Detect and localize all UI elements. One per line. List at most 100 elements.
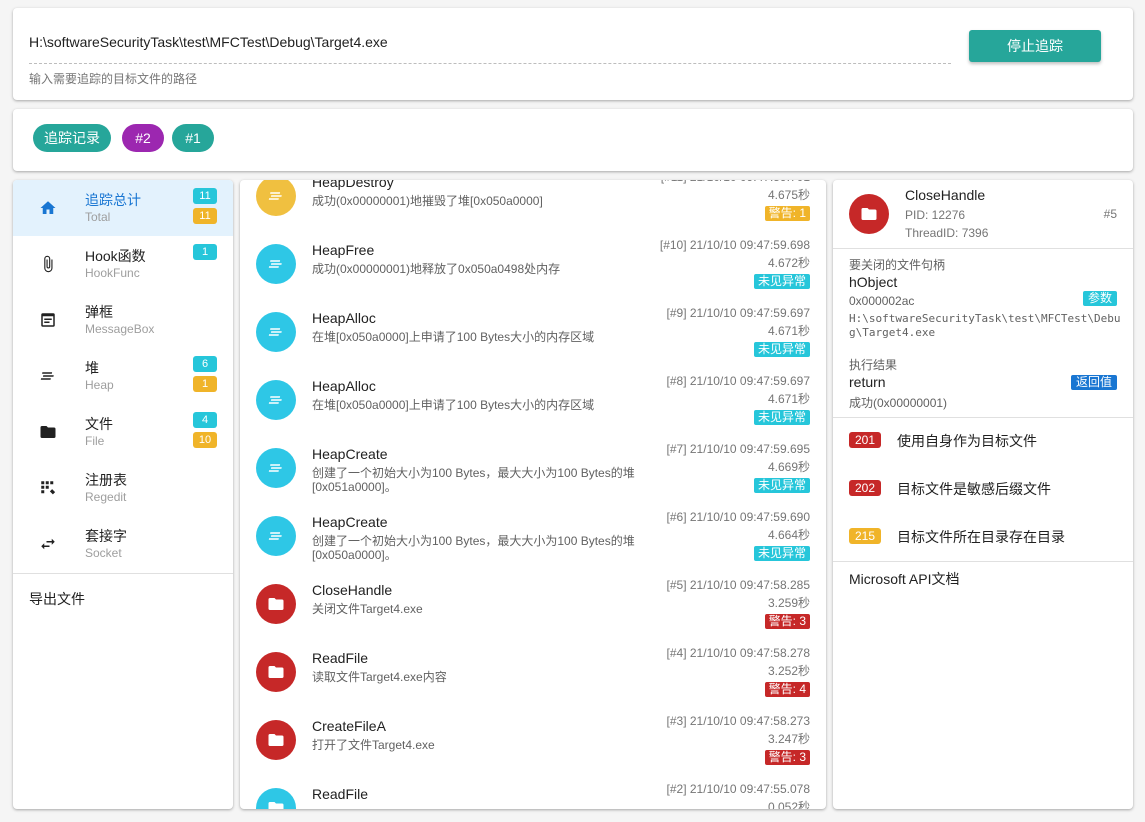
count-badge: 11 <box>193 188 217 204</box>
sidebar-item-title: 堆 <box>85 360 99 376</box>
event-timestamp: [#3] 21/10/10 09:47:58.273 <box>666 714 810 728</box>
event-status-badge: 未见异常 <box>753 546 810 561</box>
rule-code-badge: 215 <box>849 528 881 544</box>
event-row[interactable]: HeapAlloc 在堆[0x050a0000]上申请了100 Bytes大小的内… <box>240 366 826 434</box>
rule-item: 202 目标文件是敏感后缀文件 <box>849 478 1119 498</box>
event-avatar <box>256 516 296 556</box>
folder-icon <box>861 208 877 220</box>
count-badge: 4 <box>193 412 217 428</box>
event-meta: [#6] 21/10/10 09:47:59.690 4.664秒未见异常 <box>620 508 810 562</box>
path-hint: 输入需要追踪的目标文件的路径 <box>29 72 198 86</box>
sidebar-item-hookfunc[interactable]: Hook函数 HookFunc 1 <box>13 236 233 292</box>
event-avatar <box>256 720 296 760</box>
event-timestamp: [#7] 21/10/10 09:47:59.695 <box>666 442 810 456</box>
return-tag: 返回值 <box>1070 375 1117 390</box>
event-meta: [#11] 21/10/10 09:47:59.7014.675秒警告: 1 <box>620 180 810 222</box>
event-duration: 3.247秒 <box>767 732 810 746</box>
sidebar-item-regedit[interactable]: 注册表 Regedit <box>13 460 233 516</box>
sidebar-item-subtitle: MessageBox <box>85 322 155 336</box>
heap-icon <box>39 367 57 385</box>
sidebar-item-total[interactable]: 追踪总计 Total 11 11 <box>13 180 233 236</box>
chip-trace-records[interactable]: 追踪记录 <box>33 124 111 152</box>
event-duration: 4.669秒 <box>767 460 810 474</box>
sidebar-item-subtitle: Regedit <box>85 490 127 504</box>
sidebar-item-subtitle: Total <box>85 210 111 224</box>
event-row[interactable]: HeapDestroy 成功(0x00000001)地摧毁了堆[0x050a000… <box>240 180 826 230</box>
chip-run-1[interactable]: #1 <box>172 124 214 152</box>
detail-pid: PID: 12276 <box>905 208 966 222</box>
event-status-badge: 未见异常 <box>753 274 810 289</box>
event-detail-panel: CloseHandle PID: 12276 ThreadID: 7396 #5… <box>833 180 1133 809</box>
chip-run-2[interactable]: #2 <box>122 124 164 152</box>
event-timestamp: [#2] 21/10/10 09:47:55.078 <box>666 782 810 796</box>
event-status-badge: 警告: 3 <box>764 614 810 629</box>
event-row[interactable]: HeapFree 成功(0x00000001)地释放了0x050a0498处内存 [… <box>240 230 826 298</box>
detail-divider <box>833 248 1133 249</box>
event-row[interactable]: HeapCreate 创建了一个初始大小为100 Bytes，最大大小为100 B… <box>240 434 826 502</box>
home-icon <box>39 199 57 217</box>
event-avatar <box>256 584 296 624</box>
event-status-badge: 未见异常 <box>753 410 810 425</box>
param-value: 0x000002ac <box>849 294 915 308</box>
event-avatar <box>256 312 296 352</box>
sidebar-item-subtitle: Heap <box>85 378 114 392</box>
event-duration: 4.675秒 <box>767 188 810 202</box>
event-status-badge: 未见异常 <box>753 342 810 357</box>
event-avatar <box>849 194 889 234</box>
event-meta: [#4] 21/10/10 09:47:58.278 3.252秒 警告: 4 <box>620 644 810 698</box>
event-row[interactable]: HeapAlloc 在堆[0x050a0000]上申请了100 Bytes大小的内… <box>240 298 826 366</box>
event-title: HeapCreate <box>312 514 388 530</box>
sidebar-item-subtitle: HookFunc <box>85 266 140 280</box>
api-doc-link[interactable]: Microsoft API文档 <box>849 569 959 589</box>
registry-icon <box>39 479 57 497</box>
sidebar-item-subtitle: File <box>85 434 105 448</box>
rule-item: 215 目标文件所在目录存在目录 <box>849 526 1119 546</box>
sidebar-item-heap[interactable]: 堆 Heap 6 1 <box>13 348 233 404</box>
stop-tracking-button[interactable]: 停止追踪 <box>969 30 1101 62</box>
event-avatar <box>256 652 296 692</box>
event-duration: 4.664秒 <box>767 528 810 542</box>
sidebar-item-file[interactable]: 文件 File 4 10 <box>13 404 233 460</box>
event-title: ReadFile <box>312 650 369 666</box>
heap-icon <box>267 187 285 205</box>
detail-function-name: CloseHandle <box>905 187 986 203</box>
swap-icon <box>39 535 57 553</box>
event-duration: 4.672秒 <box>767 256 810 270</box>
detail-event-index: #5 <box>1103 207 1117 221</box>
folder-icon <box>267 799 285 809</box>
event-title: HeapDestroy <box>312 180 394 190</box>
event-meta: [#8] 21/10/10 09:47:59.697 4.671秒 未见异常 <box>620 372 810 426</box>
target-path-input[interactable] <box>29 34 949 50</box>
event-row[interactable]: HeapCreate 创建了一个初始大小为100 Bytes，最大大小为100 B… <box>240 502 826 570</box>
event-row[interactable]: CloseHandle 关闭文件Target4.exe [#5] 21/10/10 … <box>240 570 826 638</box>
event-duration: 3.259秒 <box>767 596 810 610</box>
event-meta: [#2] 21/10/10 09:47:55.078 0.052秒 <box>620 780 810 809</box>
sidebar-item-title: 追踪总计 <box>85 192 141 208</box>
category-sidebar: 追踪总计 Total 11 11 Hook函数 HookFunc 1 弹框 Me… <box>13 180 233 809</box>
detail-divider <box>833 417 1133 418</box>
paperclip-icon <box>39 255 57 273</box>
event-title: CreateFileA <box>312 718 386 734</box>
event-description: 成功(0x00000001)地释放了0x050a0498处内存 <box>312 262 561 276</box>
event-title: HeapAlloc <box>312 310 376 326</box>
event-title: HeapAlloc <box>312 378 376 394</box>
export-file-button[interactable]: 导出文件 <box>29 589 85 609</box>
return-description: 执行结果 <box>849 358 898 372</box>
sidebar-item-title: 套接字 <box>85 528 127 544</box>
event-row[interactable]: CreateFileA 打开了文件Target4.exe [#3] 21/10/10… <box>240 706 826 774</box>
sidebar-item-socket[interactable]: 套接字 Socket <box>13 516 233 572</box>
history-chips-card: 追踪记录 #2 #1 <box>13 109 1133 171</box>
sidebar-item-messagebox[interactable]: 弹框 MessageBox <box>13 292 233 348</box>
event-avatar <box>256 180 296 216</box>
event-description: 关闭文件Target4.exe <box>312 602 423 616</box>
event-meta: [#7] 21/10/10 09:47:59.695 4.669秒 未见异常 <box>620 440 810 494</box>
path-input-underline <box>29 63 951 64</box>
heap-icon <box>267 255 285 273</box>
event-row[interactable]: ReadFile [#2] 21/10/10 09:47:55.078 0.052秒 <box>240 774 826 809</box>
param-tag: 参数 <box>1082 291 1117 306</box>
detail-divider <box>833 561 1133 562</box>
event-duration: 0.052秒 <box>767 800 810 809</box>
path-card: 输入需要追踪的目标文件的路径 停止追踪 <box>13 8 1133 100</box>
event-row[interactable]: ReadFile 读取文件Target4.exe内容 [#4] 21/10/10 0… <box>240 638 826 706</box>
event-timestamp: [#6] 21/10/10 09:47:59.690 <box>666 510 810 524</box>
